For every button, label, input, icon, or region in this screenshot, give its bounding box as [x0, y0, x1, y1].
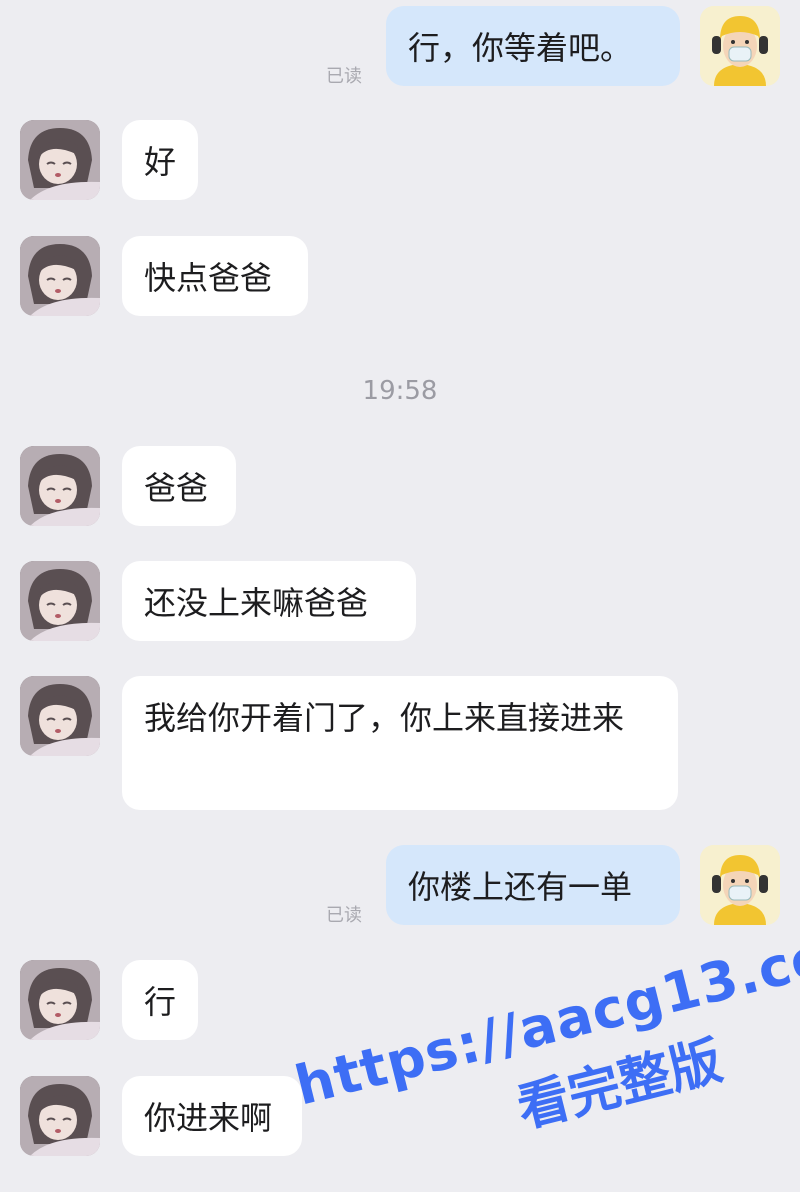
read-receipt: 已读: [326, 905, 362, 926]
contact-avatar[interactable]: [20, 120, 100, 200]
avatar-girl-icon: [20, 561, 100, 641]
avatar-girl-icon: [20, 236, 100, 316]
message-bubble-incoming[interactable]: 好: [122, 120, 198, 200]
my-avatar[interactable]: [700, 845, 780, 925]
avatar-girl-icon: [20, 120, 100, 200]
message-bubble-incoming[interactable]: 还没上来嘛爸爸: [122, 561, 416, 641]
chat-thread: 已读 行，你等着吧。 好 快点爸爸 19:58 爸爸 还没上来嘛爸爸 我给你开着…: [0, 0, 800, 1174]
message-bubble-incoming[interactable]: 快点爸爸: [122, 236, 308, 316]
watermark-url: https://aacg13.com: [289, 910, 800, 1118]
message-bubble-outgoing[interactable]: 你楼上还有一单: [386, 845, 680, 925]
contact-avatar[interactable]: [20, 236, 100, 316]
my-avatar[interactable]: [700, 6, 780, 86]
message-bubble-incoming[interactable]: 行: [122, 960, 198, 1040]
watermark-subtitle: 看完整版: [511, 1030, 729, 1140]
avatar-girl-icon: [20, 960, 100, 1040]
contact-avatar[interactable]: [20, 676, 100, 756]
contact-avatar[interactable]: [20, 446, 100, 526]
message-bubble-incoming[interactable]: 爸爸: [122, 446, 236, 526]
time-separator: 19:58: [362, 376, 438, 406]
contact-avatar[interactable]: [20, 1076, 100, 1156]
avatar-girl-icon: [20, 446, 100, 526]
read-receipt: 已读: [326, 66, 362, 87]
avatar-girl-icon: [20, 676, 100, 756]
contact-avatar[interactable]: [20, 561, 100, 641]
avatar-girl-icon: [20, 1076, 100, 1156]
avatar-courier-icon: [700, 845, 780, 925]
avatar-courier-icon: [700, 6, 780, 86]
message-bubble-incoming[interactable]: 我给你开着门了，你上来直接进来: [122, 676, 678, 810]
contact-avatar[interactable]: [20, 960, 100, 1040]
message-bubble-outgoing[interactable]: 行，你等着吧。: [386, 6, 680, 86]
message-bubble-incoming[interactable]: 你进来啊: [122, 1076, 302, 1156]
